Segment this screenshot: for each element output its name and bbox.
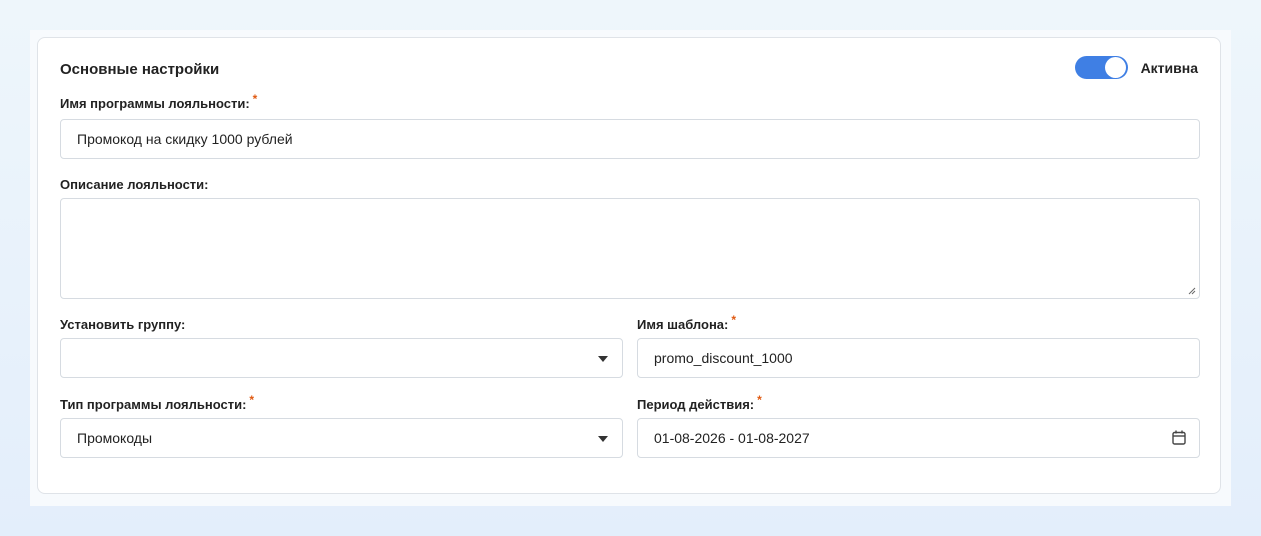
description-label: Описание лояльности: [60,177,209,192]
period-label: Период действия: * [637,393,762,412]
program-name-label-text: Имя программы лояльности: [60,96,250,111]
active-toggle-label: Активна [1140,59,1198,76]
required-mark: * [249,393,255,407]
period-label-text: Период действия: [637,397,755,412]
description-textarea[interactable] [60,198,1200,299]
period-value: 01-08-2026 - 01-08-2027 [654,430,810,446]
required-mark: * [252,92,258,106]
caret-down-icon [598,356,608,362]
resize-handle-icon[interactable] [1188,287,1196,295]
caret-down-icon [598,436,608,442]
section-title: Основные настройки [60,61,220,78]
program-type-label-text: Тип программы лояльности: [60,397,247,412]
group-label: Установить группу: [60,317,185,332]
settings-card: Основные настройки Активна Имя программы… [37,37,1221,494]
program-name-label: Имя программы лояльности: * [60,92,257,111]
template-name-input[interactable]: promo_discount_1000 [637,338,1200,378]
group-select[interactable] [60,338,623,378]
active-toggle[interactable] [1074,56,1128,79]
required-mark: * [731,313,737,327]
group-label-text: Установить группу: [60,317,186,332]
program-name-input[interactable]: Промокод на скидку 1000 рублей [60,119,1200,159]
program-type-label: Тип программы лояльности: * [60,393,254,412]
template-name-label-text: Имя шаблона: [637,317,729,332]
program-type-value: Промокоды [77,430,153,446]
active-toggle-group: Активна [1074,56,1198,79]
template-name-label: Имя шаблона: * [637,313,736,332]
calendar-icon[interactable] [1172,430,1186,445]
page-stage: Основные настройки Активна Имя программы… [30,30,1231,506]
toggle-knob [1104,57,1126,78]
period-input[interactable]: 01-08-2026 - 01-08-2027 [637,418,1200,458]
template-name-value: promo_discount_1000 [654,350,793,366]
required-mark: * [757,393,762,407]
description-label-text: Описание лояльности: [60,177,209,192]
program-name-value: Промокод на скидку 1000 рублей [77,131,293,147]
program-type-select[interactable]: Промокоды [60,418,623,458]
